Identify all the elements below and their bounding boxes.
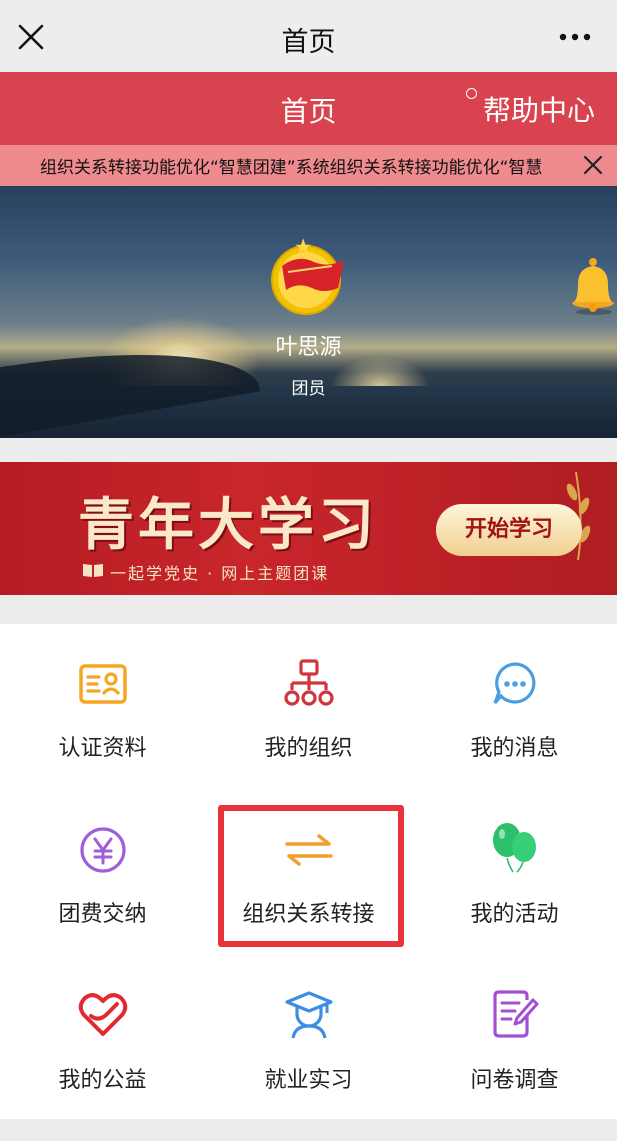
help-dot-icon: [466, 88, 477, 99]
grid-label: 团费交纳: [58, 902, 147, 927]
graduate-icon: [285, 991, 333, 1039]
wechat-top-bar: 首页: [0, 0, 617, 72]
grid-item-employment-internship[interactable]: 就业实习: [206, 966, 411, 1126]
id-card-icon: [79, 664, 127, 704]
grid-label: 我的公益: [58, 1068, 147, 1093]
notice-close-icon[interactable]: [579, 151, 607, 179]
start-study-button[interactable]: 开始学习: [436, 504, 582, 556]
notice-bar: 组织关系转接功能优化“智慧团建”系统组织关系转接功能优化“智慧: [0, 145, 617, 186]
grid-label: 就业实习: [264, 1068, 353, 1093]
grid-item-certification[interactable]: 认证资料: [0, 636, 205, 796]
highlight-box: [218, 805, 404, 947]
chat-bubble-icon: [493, 662, 536, 705]
balloons-icon: [493, 823, 536, 873]
grid-item-dues-payment[interactable]: 团费交纳: [0, 800, 205, 960]
study-title: 青年大学习: [78, 492, 378, 558]
survey-pen-icon: [493, 990, 539, 1038]
league-badge-icon: [271, 238, 344, 315]
bell-icon[interactable]: [560, 256, 617, 316]
study-subtitle: 一起学党史 · 网上主题团课: [110, 564, 330, 583]
grid-item-my-messages[interactable]: 我的消息: [412, 636, 617, 796]
user-name: 叶思源: [275, 335, 342, 360]
grid-label: 我的活动: [470, 902, 559, 927]
grid-item-public-welfare[interactable]: 我的公益: [0, 966, 205, 1126]
grid-label: 问卷调查: [470, 1068, 559, 1093]
book-icon: [83, 564, 103, 577]
notice-text[interactable]: 组织关系转接功能优化“智慧团建”系统组织关系转接功能优化“智慧: [40, 153, 575, 178]
grid-label: 认证资料: [58, 736, 147, 761]
app-header: 首页 帮助中心: [0, 72, 617, 145]
more-icon[interactable]: [555, 20, 595, 54]
heart-hand-icon: [78, 993, 128, 1036]
grid-item-questionnaire[interactable]: 问卷调查: [412, 966, 617, 1126]
help-center-link[interactable]: 帮助中心: [483, 89, 595, 129]
user-role: 团员: [291, 379, 326, 399]
grid-label: 我的组织: [264, 736, 353, 761]
yen-coin-icon: [80, 827, 126, 873]
grid-label: 我的消息: [470, 736, 559, 761]
org-chart-icon: [284, 659, 334, 706]
profile-hero: 叶思源 团员: [0, 186, 617, 438]
wechat-title: 首页: [281, 27, 336, 58]
grid-item-my-activities[interactable]: 我的活动: [412, 800, 617, 960]
grid-item-my-organization[interactable]: 我的组织: [206, 636, 411, 796]
